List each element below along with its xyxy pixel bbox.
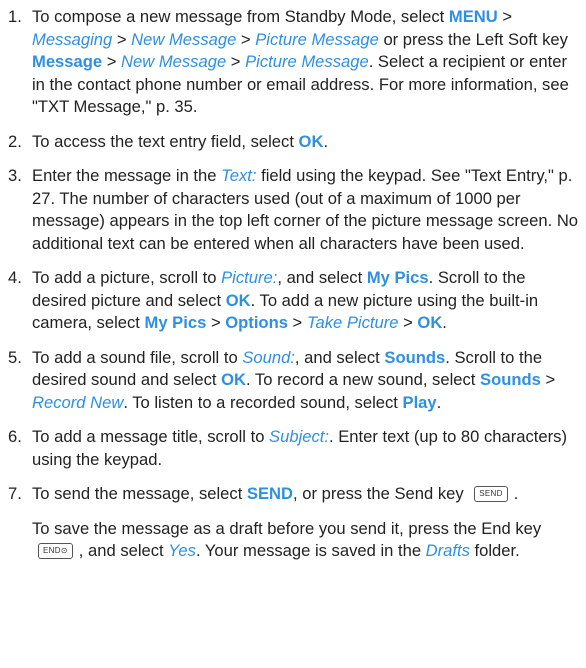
- step-text: To access the text entry field, select O…: [32, 131, 580, 154]
- step-item: 2. To access the text entry field, select…: [8, 131, 580, 154]
- screen-item-name: Record New: [32, 392, 124, 412]
- body-text: >: [540, 370, 556, 389]
- menu-keyword: OK: [298, 131, 324, 151]
- body-text: >: [226, 52, 246, 71]
- step-text: To add a message title, scroll to Subjec…: [32, 426, 580, 471]
- menu-keyword: My Pics: [366, 268, 429, 287]
- body-text: .: [323, 131, 329, 151]
- menu-keyword: Sounds: [480, 370, 541, 389]
- body-text: >: [206, 313, 226, 332]
- menu-keyword: SEND: [246, 484, 294, 503]
- screen-item-name: Subject:: [269, 427, 330, 446]
- menu-keyword: MENU: [448, 7, 498, 26]
- step-paragraph: To add a sound file, scroll to Sound:, a…: [32, 347, 580, 415]
- step-paragraph: To add a message title, scroll to Subjec…: [32, 426, 580, 471]
- body-text: To access the text entry field, select: [32, 131, 299, 151]
- screen-item-name: Yes: [168, 541, 196, 560]
- screen-item-name: New Message: [121, 52, 227, 71]
- step-item: 3. Enter the message in the Text: field u…: [8, 165, 580, 255]
- body-text: . To listen to a recorded sound, select: [123, 392, 403, 412]
- step-number: 6.: [8, 427, 22, 446]
- step-note: To save the message as a draft before yo…: [32, 518, 580, 563]
- step-number: 7.: [8, 484, 22, 503]
- screen-item-name: Text:: [221, 166, 257, 185]
- step-text: To compose a new message from Standby Mo…: [32, 6, 580, 119]
- body-text: .: [436, 392, 442, 412]
- menu-keyword: OK: [225, 290, 251, 310]
- menu-keyword: OK: [417, 313, 443, 332]
- step-paragraph: To add a picture, scroll to Picture:, an…: [32, 267, 580, 335]
- screen-item-name: Picture:: [221, 268, 278, 287]
- body-text: >: [287, 313, 307, 332]
- body-text: .: [442, 313, 447, 332]
- step-number: 3.: [8, 166, 22, 185]
- screen-item-name: New Message: [131, 29, 237, 49]
- screen-item-name: Take Picture: [306, 313, 399, 332]
- body-text: >: [398, 313, 418, 332]
- menu-keyword: OK: [221, 370, 247, 389]
- step-text: To add a sound file, scroll to Sound:, a…: [32, 347, 580, 415]
- step-number: 5.: [8, 347, 22, 367]
- body-text: >: [497, 7, 513, 26]
- step-paragraph: To send the message, select SEND, or pre…: [32, 483, 580, 506]
- step-item: 4. To add a picture, scroll to Picture:, …: [8, 267, 580, 335]
- step-text: Enter the message in the Text: field usi…: [32, 165, 580, 255]
- step-paragraph: Enter the message in the Text: field usi…: [32, 165, 580, 255]
- step-item: 7. To send the message, select SEND, or p…: [8, 483, 580, 563]
- body-text: , and select: [294, 347, 385, 367]
- screen-item-name: Picture Message: [245, 52, 369, 71]
- menu-keyword: Play: [402, 392, 437, 412]
- step-paragraph: To access the text entry field, select O…: [32, 131, 580, 154]
- body-text: . To record a new sound, select: [246, 370, 480, 389]
- body-text: folder.: [469, 541, 520, 560]
- body-text: . Your message is saved in the: [195, 541, 426, 560]
- instruction-steps: 1. To compose a new message from Standby …: [8, 6, 580, 563]
- screen-item-name: Messaging: [32, 29, 113, 49]
- step-item: 5. To add a sound file, scroll to Sound:,…: [8, 347, 580, 415]
- body-text: , or press the Send key: [293, 484, 469, 503]
- menu-keyword: My Pics: [144, 313, 207, 332]
- send-key-icon: SEND: [474, 485, 508, 502]
- menu-keyword: Message: [32, 52, 103, 71]
- body-text: To save the message as a draft before yo…: [32, 518, 542, 538]
- menu-keyword: Options: [225, 313, 288, 332]
- body-text: To add a picture, scroll to: [32, 268, 222, 287]
- body-text: , and select: [78, 541, 169, 560]
- body-text: To send the message, select: [32, 484, 247, 503]
- body-text: or press the Left Soft key: [378, 29, 568, 49]
- manual-page: 1. To compose a new message from Standby …: [0, 0, 586, 668]
- step-text: To add a picture, scroll to Picture:, an…: [32, 267, 580, 335]
- body-text: To compose a new message from Standby Mo…: [32, 7, 449, 26]
- step-item: 6. To add a message title, scroll to Subj…: [8, 426, 580, 471]
- step-number: 1.: [8, 7, 22, 26]
- step-number: 4.: [8, 268, 22, 287]
- step-text: To send the message, select SEND, or pre…: [32, 483, 580, 563]
- body-text: , and select: [277, 268, 367, 287]
- body-text: >: [112, 29, 132, 49]
- menu-keyword: Sounds: [384, 347, 446, 367]
- body-text: >: [102, 52, 122, 71]
- body-text: Enter the message in the: [32, 166, 222, 185]
- screen-item-name: Drafts: [425, 541, 470, 560]
- body-text: To add a sound file, scroll to: [32, 347, 243, 367]
- screen-item-name: Picture Message: [255, 29, 379, 49]
- body-text: To add a message title, scroll to: [32, 427, 270, 446]
- step-item: 1. To compose a new message from Standby …: [8, 6, 580, 119]
- body-text: >: [236, 29, 256, 49]
- step-paragraph: To compose a new message from Standby Mo…: [32, 6, 580, 119]
- body-text: .: [513, 484, 519, 503]
- end-key-icon: END⊙: [38, 542, 73, 559]
- step-number: 2.: [8, 131, 22, 151]
- screen-item-name: Sound:: [242, 347, 295, 367]
